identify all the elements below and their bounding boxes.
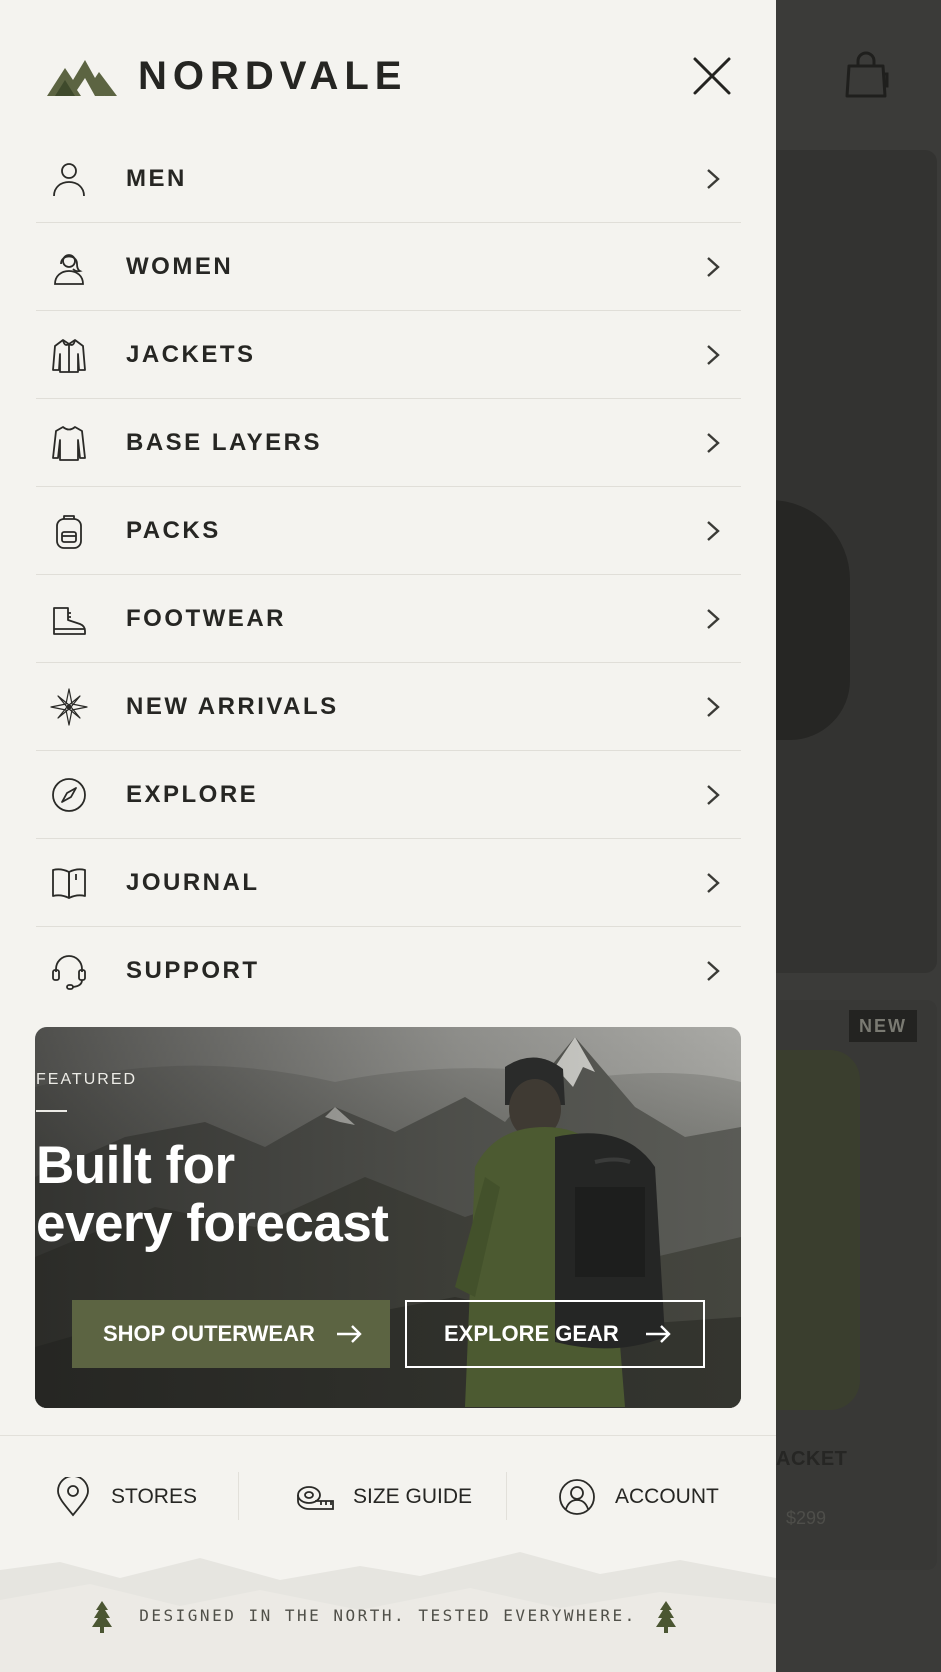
featured-divider <box>36 1110 67 1112</box>
menu-item-new-arrivals[interactable]: NEW ARRIVALS <box>36 663 741 751</box>
chevron-right-icon <box>707 784 720 805</box>
chevron-right-icon <box>707 960 720 981</box>
explore-gear-label: EXPLORE GEAR <box>444 1321 619 1346</box>
chevron-right-icon <box>707 432 720 453</box>
pine-tree-icon <box>656 1601 676 1633</box>
menu-item-journal[interactable]: JOURNAL <box>36 839 741 927</box>
menu-item-men[interactable]: MEN <box>36 135 741 223</box>
compass-icon <box>50 776 88 814</box>
chevron-right-icon <box>707 520 720 541</box>
menu-item-label: FOOTWEAR <box>126 604 286 632</box>
menu-item-footwear[interactable]: FOOTWEAR <box>36 575 741 663</box>
shopping-bag-icon[interactable] <box>843 50 889 100</box>
chevron-right-icon <box>707 256 720 277</box>
compass-star-icon <box>50 687 88 726</box>
location-pin-icon <box>57 1477 89 1517</box>
stores-label: STORES <box>111 1485 197 1508</box>
chevron-right-icon <box>707 872 720 893</box>
background-product-price: $299 <box>786 1508 827 1528</box>
headset-icon <box>50 952 88 990</box>
measuring-tape-icon <box>297 1486 334 1510</box>
drawer-header: NORDVALE <box>0 0 776 150</box>
menu-item-label: JOURNAL <box>126 868 260 896</box>
person-woman-icon <box>50 248 88 286</box>
account-link[interactable]: ACCOUNT <box>557 1474 719 1520</box>
explore-gear-button[interactable]: EXPLORE GEAR <box>405 1300 705 1368</box>
size-guide-link[interactable]: SIZE GUIDE <box>295 1474 472 1520</box>
menu-item-explore[interactable]: EXPLORE <box>36 751 741 839</box>
featured-title-line-2: every forecast <box>36 1194 389 1253</box>
featured-kicker: FEATURED <box>36 1071 138 1088</box>
jacket-icon <box>50 336 88 374</box>
arrow-right-icon <box>337 1325 362 1343</box>
menu-item-label: BASE LAYERS <box>126 428 322 456</box>
menu-item-label: NEW ARRIVALS <box>126 692 339 720</box>
boot-icon <box>50 600 88 638</box>
background-product-name: ACKET <box>776 1448 848 1470</box>
close-icon[interactable] <box>690 54 734 98</box>
utility-separator <box>506 1472 507 1520</box>
account-label: ACCOUNT <box>615 1485 719 1508</box>
menu-item-label: PACKS <box>126 516 221 544</box>
menu-item-label: SUPPORT <box>126 956 260 984</box>
menu-item-label: EXPLORE <box>126 780 259 808</box>
utility-divider <box>0 1435 776 1436</box>
new-badge: NEW <box>849 1010 917 1042</box>
person-icon <box>50 160 88 198</box>
account-icon <box>559 1479 595 1515</box>
shop-outerwear-button[interactable]: SHOP OUTERWEAR <box>72 1300 390 1368</box>
stores-link[interactable]: STORES <box>53 1474 197 1520</box>
menu-item-base-layers[interactable]: BASE LAYERS <box>36 399 741 487</box>
menu-item-support[interactable]: SUPPORT <box>36 927 741 1014</box>
featured-title-line-1: Built for <box>36 1136 235 1195</box>
mountain-logo-icon <box>47 60 117 96</box>
shop-outerwear-label: SHOP OUTERWEAR <box>103 1321 315 1346</box>
featured-title: Built for every forecast <box>36 1137 456 1253</box>
utility-separator <box>238 1472 239 1520</box>
menu-item-packs[interactable]: PACKS <box>36 487 741 575</box>
chevron-right-icon <box>707 168 720 189</box>
long-sleeve-shirt-icon <box>50 424 88 462</box>
book-icon <box>50 864 88 902</box>
menu-item-label: MEN <box>126 164 187 192</box>
arrow-right-icon <box>646 1325 671 1343</box>
brand-name: NORDVALE <box>138 54 408 98</box>
navigation-drawer: NORDVALE MEN WOMEN JACKETS BASE LAYERS P… <box>0 0 776 1672</box>
chevron-right-icon <box>707 608 720 629</box>
menu-item-label: JACKETS <box>126 340 256 368</box>
chevron-right-icon <box>707 696 720 717</box>
menu-item-label: WOMEN <box>126 252 234 280</box>
background-product-image <box>775 1050 860 1410</box>
menu-item-women[interactable]: WOMEN <box>36 223 741 311</box>
chevron-right-icon <box>707 344 720 365</box>
menu-item-jackets[interactable]: JACKETS <box>36 311 741 399</box>
category-menu: MEN WOMEN JACKETS BASE LAYERS PACKS FOOT… <box>36 135 741 1014</box>
size-guide-label: SIZE GUIDE <box>353 1485 473 1508</box>
backpack-icon <box>50 512 88 550</box>
